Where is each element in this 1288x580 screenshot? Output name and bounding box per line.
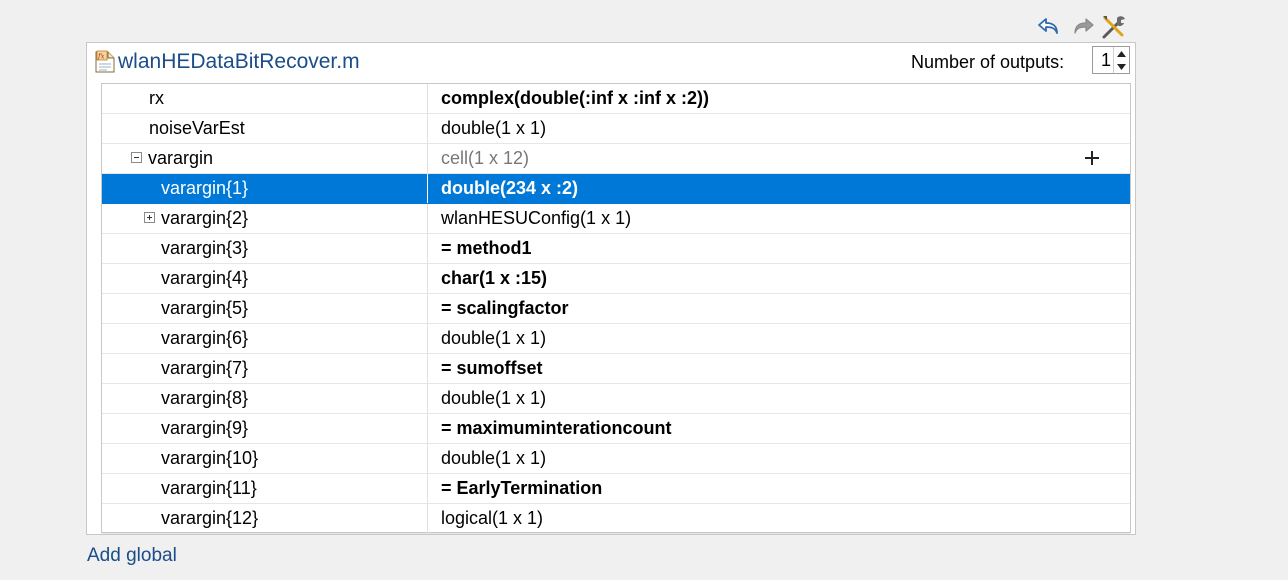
panel-header: fx wlanHEDataBitRecover.m Number of outp… (87, 43, 1135, 83)
table-row[interactable]: varargin{1} double(234 x :2) (102, 174, 1130, 204)
input-type-cell[interactable]: = scalingfactor (441, 294, 569, 323)
input-name: varargin{6} (161, 328, 249, 348)
table-row[interactable]: varargin{6} double(1 x 1) (102, 324, 1130, 354)
input-name: varargin{10} (161, 448, 259, 468)
file-name-link[interactable]: wlanHEDataBitRecover.m (118, 49, 360, 75)
input-name-cell[interactable]: varargin{7} (102, 354, 428, 383)
svg-text:fx: fx (97, 53, 105, 61)
input-type-cell[interactable]: complex(double(:inf x :inf x :2)) (441, 84, 709, 113)
input-name-cell[interactable]: varargin{9} (102, 414, 428, 443)
table-row[interactable]: varargin{11} = EarlyTermination (102, 474, 1130, 504)
input-name-cell[interactable]: varargin{12} (102, 504, 428, 533)
input-name-cell[interactable]: rx (102, 84, 428, 113)
table-row[interactable]: varargin{10} double(1 x 1) (102, 444, 1130, 474)
entry-points-panel: fx wlanHEDataBitRecover.m Number of outp… (86, 42, 1136, 535)
input-name: varargin{4} (161, 268, 249, 288)
undo-icon[interactable] (1034, 12, 1066, 42)
input-type-cell[interactable]: logical(1 x 1) (441, 504, 543, 533)
spinner-up-icon[interactable] (1114, 47, 1129, 60)
table-row[interactable]: varargin{7} = sumoffset (102, 354, 1130, 384)
input-type-cell[interactable]: = method1 (441, 234, 532, 263)
table-row[interactable]: varargin cell(1 x 12) (102, 144, 1130, 174)
input-type-cell[interactable]: double(1 x 1) (441, 444, 546, 473)
number-of-outputs-label: Number of outputs: (911, 52, 1065, 72)
input-name-cell[interactable]: varargin{6} (102, 324, 428, 353)
input-type-cell[interactable]: char(1 x :15) (441, 264, 547, 293)
input-name-cell[interactable]: varargin{10} (102, 444, 428, 473)
input-name-cell[interactable]: varargin (102, 144, 428, 173)
input-name-cell[interactable]: noiseVarEst (102, 114, 428, 143)
input-type-cell[interactable]: double(1 x 1) (441, 324, 546, 353)
input-name-cell[interactable]: varargin{8} (102, 384, 428, 413)
table-row[interactable]: varargin{2} wlanHESUConfig(1 x 1) (102, 204, 1130, 234)
input-name: varargin{9} (161, 418, 249, 438)
table-row[interactable]: rx complex(double(:inf x :inf x :2)) (102, 84, 1130, 114)
table-row[interactable]: varargin{4} char(1 x :15) (102, 264, 1130, 294)
spinner-arrows (1113, 47, 1129, 73)
expand-icon[interactable] (144, 212, 155, 223)
tools-icon[interactable] (1098, 12, 1130, 42)
input-name-cell[interactable]: varargin{11} (102, 474, 428, 503)
input-types-table: rx complex(double(:inf x :inf x :2)) noise… (101, 83, 1131, 534)
table-row[interactable]: varargin{8} double(1 x 1) (102, 384, 1130, 414)
spinner-down-icon[interactable] (1114, 60, 1129, 73)
input-name-cell[interactable]: varargin{1} (102, 174, 428, 203)
table-row[interactable]: varargin{9} = maximuminterationcount (102, 414, 1130, 444)
table-row[interactable]: noiseVarEst double(1 x 1) (102, 114, 1130, 144)
input-type-cell[interactable]: = EarlyTermination (441, 474, 602, 503)
collapse-icon[interactable] (131, 152, 142, 163)
input-name-cell[interactable]: varargin{4} (102, 264, 428, 293)
input-name-cell[interactable]: varargin{3} (102, 234, 428, 263)
input-type-cell[interactable]: double(1 x 1) (441, 114, 546, 143)
redo-icon[interactable] (1066, 12, 1098, 42)
input-type-cell[interactable]: double(234 x :2) (441, 174, 578, 203)
input-name: varargin{12} (161, 508, 259, 528)
input-name: noiseVarEst (149, 118, 245, 138)
table-row[interactable]: varargin{3} = method1 (102, 234, 1130, 264)
input-name: varargin{3} (161, 238, 249, 258)
input-type-cell[interactable]: = maximuminterationcount (441, 414, 672, 443)
input-name: varargin{2} (161, 208, 249, 228)
input-type-cell[interactable]: cell(1 x 12) (441, 144, 529, 173)
input-name: varargin{1} (161, 178, 249, 198)
number-of-outputs-value[interactable]: 1 (1101, 50, 1111, 70)
function-file-icon: fx (93, 49, 117, 75)
input-name: varargin{7} (161, 358, 249, 378)
toolbar (1034, 12, 1130, 42)
input-name: rx (149, 88, 164, 108)
input-type-cell[interactable]: double(1 x 1) (441, 384, 546, 413)
add-cell-element-icon[interactable] (1082, 148, 1102, 168)
input-name: varargin (148, 148, 214, 168)
table-row[interactable]: varargin{12} logical(1 x 1) (102, 504, 1130, 534)
input-name: varargin{11} (161, 478, 257, 498)
number-of-outputs-spinner[interactable]: 1 (1092, 46, 1130, 74)
input-type-cell[interactable]: = sumoffset (441, 354, 543, 383)
input-name: varargin{8} (161, 388, 249, 408)
input-name: varargin{5} (161, 298, 249, 318)
input-name-cell[interactable]: varargin{5} (102, 294, 428, 323)
input-name-cell[interactable]: varargin{2} (102, 204, 428, 233)
input-type-cell[interactable]: wlanHESUConfig(1 x 1) (441, 204, 631, 233)
table-row[interactable]: varargin{5} = scalingfactor (102, 294, 1130, 324)
add-global-link[interactable]: Add global (87, 545, 177, 567)
